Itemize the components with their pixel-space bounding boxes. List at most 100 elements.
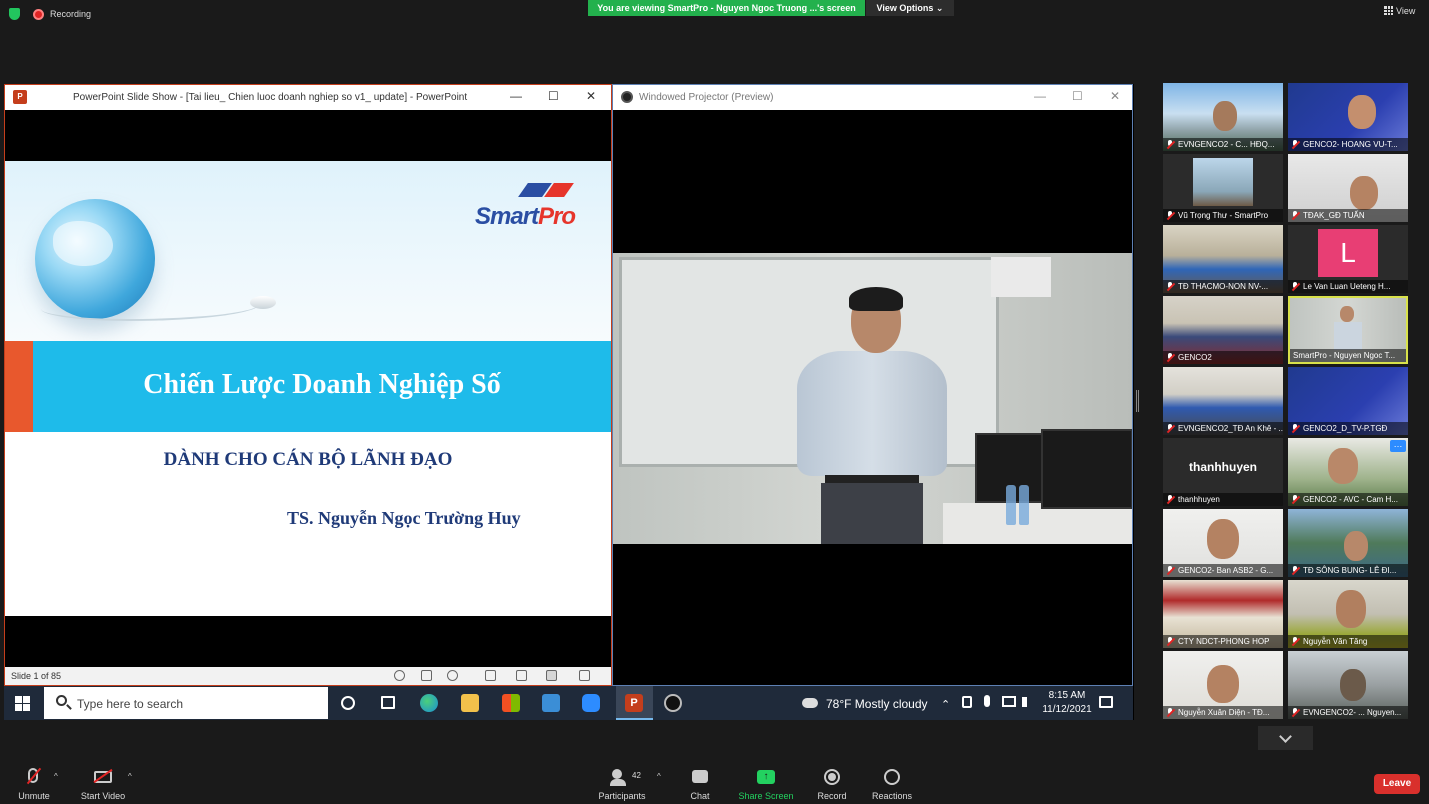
minimize-icon[interactable]: — [510,89,522,103]
maximize-icon[interactable]: ☐ [548,89,559,103]
participant-avatar: L [1318,229,1378,277]
participant-tile[interactable]: TĐ THACMO-NON NV-... [1163,225,1283,293]
previous-slide-icon[interactable] [394,670,405,681]
clock-time: 8:15 AM [1048,690,1086,701]
minimize-icon[interactable]: — [1034,89,1046,103]
participant-name: thanhhuyen [1163,493,1283,506]
powerpoint-taskbar-icon[interactable]: P [625,694,643,712]
taskbar-search-box[interactable]: Type here to search [44,687,328,719]
taskbar-clock[interactable]: 8:15 AM 11/12/2021 [1039,689,1095,717]
participants-options-caret[interactable]: ^ [657,772,661,781]
smiley-icon [884,769,900,785]
security-shield-icon[interactable] [9,8,20,20]
presenter-legs [821,483,923,544]
participant-tile[interactable]: thanhhuyen thanhhuyen [1163,438,1283,506]
chat-button[interactable]: Chat [680,758,720,804]
participant-tile[interactable]: CTY NDCT-PHONG HOP [1163,580,1283,648]
mail-icon[interactable] [542,694,560,712]
volume-icon[interactable] [1022,697,1032,707]
unmute-button[interactable]: Unmute [12,758,56,804]
participant-tile[interactable]: GENCO2 [1163,296,1283,364]
participant-face [1350,176,1378,210]
share-screen-button[interactable]: ↑ Share Screen [736,758,796,804]
cortana-icon[interactable] [341,696,355,710]
leave-meeting-button[interactable]: Leave [1374,774,1420,794]
participant-name: Nguyễn Xuân Diện - TĐ... [1163,706,1283,719]
video-options-caret[interactable]: ^ [128,772,132,781]
projector-title-bar[interactable]: Windowed Projector (Preview) — ☐ ✕ [613,85,1132,110]
mic-muted-icon [1291,424,1299,433]
presenter-belt [825,475,919,483]
participant-tile[interactable]: GENCO2- Ban ASB2 - G... [1163,509,1283,577]
slideshow-view-icon[interactable] [579,670,590,681]
unmute-label: Unmute [18,791,50,801]
participant-display-name: thanhhuyen [1189,460,1257,474]
share-screen-icon: ↑ [757,770,775,784]
more-options-icon[interactable]: … [1390,440,1406,452]
cloudy-weather-icon [802,698,818,708]
network-icon[interactable] [1002,696,1016,707]
mic-muted-icon [1291,708,1299,717]
participant-tile[interactable]: EVNGENCO2_TĐ An Khê - ... [1163,367,1283,435]
mic-muted-icon [1166,140,1174,149]
view-splitter-handle[interactable] [1136,390,1139,412]
participant-face [1207,665,1239,703]
participant-tile[interactable]: Nguyễn Xuân Diện - TĐ... [1163,651,1283,719]
obs-taskbar-icon[interactable] [664,694,682,712]
ppt-title-bar[interactable]: P PowerPoint Slide Show - [Tai lieu_ Chi… [5,85,611,110]
record-button[interactable]: Record [812,758,852,804]
next-slide-icon[interactable] [447,670,458,681]
participant-tile[interactable]: EVNGENCO2- ... Nguyen... [1288,651,1408,719]
maximize-icon[interactable]: ☐ [1072,89,1083,103]
participant-tile[interactable]: Nguyễn Văn Tăng [1288,580,1408,648]
participant-name: TĐAK_GĐ TUẤN [1288,209,1408,222]
participant-tile[interactable]: GENCO2- HOANG VU-T... [1288,83,1408,151]
participant-face [1213,101,1237,131]
mic-muted-icon [1291,495,1299,504]
participant-tile[interactable]: … GENCO2 - AVC - Cam H... [1288,438,1408,506]
mic-muted-icon [1166,566,1174,575]
windows-start-icon[interactable] [15,696,30,711]
slide-notes-icon[interactable] [421,670,432,681]
obs-icon [621,91,633,103]
participant-tile[interactable]: L Le Van Luan Ueteng H... [1288,225,1408,293]
smartpro-logo-mark [515,183,575,201]
zoom-app-icon[interactable] [582,694,600,712]
task-view-icon[interactable] [381,696,395,709]
participant-name: TĐ THACMO-NON NV-... [1163,280,1283,293]
slide-sorter-icon[interactable] [516,670,527,681]
reactions-button[interactable]: Reactions [868,758,916,804]
file-explorer-icon[interactable] [461,694,479,712]
participant-tile[interactable]: EVNGENCO2 - C... HĐQ... [1163,83,1283,151]
edge-browser-icon[interactable] [420,694,438,712]
close-icon[interactable]: ✕ [1110,89,1120,103]
participant-tile[interactable]: TĐAK_GĐ TUẤN [1288,154,1408,222]
participants-button[interactable]: 42 Participants [594,758,650,804]
tray-expand-icon[interactable]: ⌃ [941,698,950,711]
participant-tile[interactable]: Vũ Trọng Thư - SmartPro [1163,154,1283,222]
weather-widget[interactable]: 78°F Mostly cloudy [826,697,928,711]
participant-tile[interactable]: GENCO2_D_TV-P.TGĐ [1288,367,1408,435]
gallery-scroll-down-button[interactable] [1258,726,1313,750]
microphone-icon[interactable] [984,695,990,707]
reading-view-icon[interactable] [546,670,557,681]
microsoft-store-icon[interactable] [502,694,520,712]
mic-muted-icon [1166,282,1174,291]
meet-now-icon[interactable] [962,696,972,708]
participant-face [1207,519,1239,559]
participant-tile-active-speaker[interactable]: SmartPro - Nguyen Ngoc T... [1288,296,1408,364]
notification-center-icon[interactable] [1099,696,1113,708]
start-video-button[interactable]: Start Video [78,758,128,804]
mic-muted-icon [1166,211,1174,220]
close-icon[interactable]: ✕ [586,89,596,103]
water-bottle [1006,485,1016,525]
participant-count: 42 [632,771,641,780]
participant-name: GENCO2 [1163,351,1283,364]
view-button[interactable]: View [1384,6,1415,16]
participant-tile[interactable]: TĐ SÔNG BUNG- LÊ ĐI... [1288,509,1408,577]
audio-options-caret[interactable]: ^ [54,772,58,781]
normal-view-icon[interactable] [485,670,496,681]
view-options-button[interactable]: View Options ⌄ [866,0,954,16]
recording-label: Recording [50,9,92,19]
viewing-screen-banner: You are viewing SmartPro - Nguyen Ngoc T… [588,0,865,16]
